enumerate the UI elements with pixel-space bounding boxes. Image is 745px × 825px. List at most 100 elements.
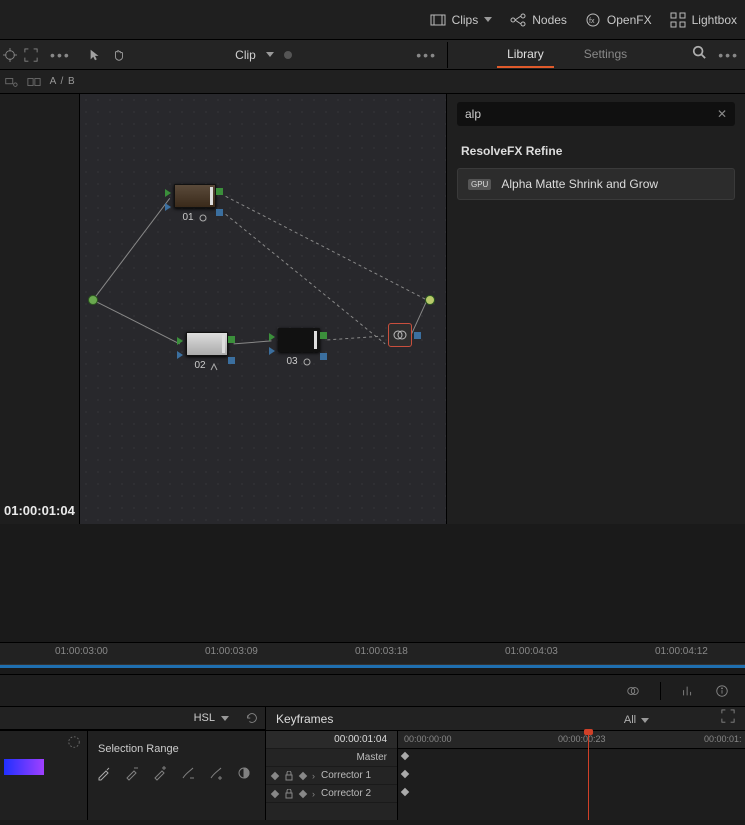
playhead[interactable]: [588, 731, 589, 820]
tab-library[interactable]: Library: [497, 42, 554, 68]
viewer-timecode: 01:00:01:04: [4, 503, 75, 518]
fx-icon: fx: [585, 12, 601, 28]
target-icon[interactable]: [3, 48, 17, 62]
scope-label[interactable]: Clip: [235, 48, 256, 62]
svg-text:fx: fx: [589, 18, 595, 25]
keyframe-marker[interactable]: [401, 770, 409, 778]
lightbox-toggle[interactable]: Lightbox: [670, 12, 737, 28]
kf-ruler-tick: 00:00:00:00: [404, 734, 452, 744]
mini-timeline[interactable]: 01:00:03:00 01:00:03:09 01:00:03:18 01:0…: [0, 642, 745, 664]
output-node[interactable]: [425, 295, 435, 305]
kf-track-row[interactable]: › Corrector 2: [266, 785, 397, 803]
node-label: 01: [182, 212, 193, 223]
info-icon[interactable]: [715, 684, 729, 698]
layer-mixer-node[interactable]: [388, 323, 412, 347]
expand-chevron-icon[interactable]: ›: [312, 771, 315, 781]
more-menu-panel[interactable]: •••: [712, 47, 745, 63]
corrector-node-01[interactable]: 01: [174, 184, 216, 223]
keyframe-marker[interactable]: [401, 788, 409, 796]
kf-master-tc: 00:00:01:04: [266, 731, 397, 749]
bypass-icon[interactable]: [626, 684, 640, 698]
qualifier-icon: [210, 361, 220, 371]
fx-item-alpha-matte[interactable]: GPU Alpha Matte Shrink and Grow: [457, 168, 735, 200]
openfx-toggle[interactable]: fx OpenFX: [585, 12, 652, 28]
openfx-label: OpenFX: [607, 13, 652, 27]
node-label: 03: [286, 356, 297, 367]
expand-icon[interactable]: [721, 709, 735, 723]
selection-range-label: Selection Range: [98, 743, 257, 755]
node-new-icon[interactable]: [4, 75, 18, 89]
kf-ruler-tick: 00:00:00:23: [558, 734, 606, 744]
keyframe-marker[interactable]: [401, 752, 409, 760]
timeline-tick: 01:00:03:18: [355, 646, 408, 657]
tab-settings[interactable]: Settings: [574, 42, 637, 68]
reset-icon[interactable]: [245, 711, 259, 725]
timeline-tick: 01:00:04:03: [505, 646, 558, 657]
ab-compare[interactable]: A / B: [50, 76, 76, 87]
link-icon: [198, 213, 208, 223]
more-menu-graph[interactable]: •••: [410, 47, 443, 63]
clips-icon: [430, 12, 446, 28]
search-icon: [692, 45, 706, 59]
feather-plus-icon[interactable]: [208, 765, 224, 781]
keyframe-marker-icon[interactable]: [299, 771, 307, 779]
hue-gradient[interactable]: [4, 759, 44, 775]
lightbox-label: Lightbox: [692, 13, 737, 27]
chevron-down-icon: [484, 17, 492, 22]
merge-icon: [393, 328, 407, 342]
split-icon[interactable]: [27, 75, 41, 89]
keyframe-lane[interactable]: 00:00:00:00 00:00:00:23 00:00:01:: [398, 731, 745, 820]
source-node[interactable]: [88, 295, 98, 305]
clear-search-icon[interactable]: ✕: [717, 107, 727, 121]
expand-icon[interactable]: [24, 48, 38, 62]
timeline-tick: 01:00:04:12: [655, 646, 708, 657]
chevron-down-icon: [641, 718, 649, 723]
picker-icon[interactable]: [96, 765, 112, 781]
mask-icon[interactable]: [67, 735, 81, 749]
kf-ruler-tick: 00:00:01:: [704, 734, 742, 744]
chevron-down-icon: [221, 716, 229, 721]
fx-item-label: Alpha Matte Shrink and Grow: [501, 177, 658, 191]
effects-library-panel: alp ✕ ResolveFX Refine GPU Alpha Matte S…: [447, 94, 745, 524]
timeline-tick: 01:00:03:00: [55, 646, 108, 657]
keyframe-toggle-icon[interactable]: [271, 789, 279, 797]
clips-toggle[interactable]: Clips: [430, 12, 493, 28]
node-graph[interactable]: 01 02 03: [80, 94, 447, 524]
timeline-clip[interactable]: [0, 665, 745, 668]
lock-icon[interactable]: [284, 789, 294, 799]
feather-minus-icon[interactable]: [180, 765, 196, 781]
grid-icon: [670, 12, 686, 28]
search-value: alp: [465, 107, 481, 121]
kf-track-row[interactable]: › Corrector 1: [266, 767, 397, 785]
gpu-badge: GPU: [468, 179, 491, 190]
node-label: 02: [194, 360, 205, 371]
link-icon: [302, 357, 312, 367]
kf-master-row[interactable]: Master: [266, 749, 397, 767]
hand-tool-icon[interactable]: [112, 48, 126, 62]
fx-search-input[interactable]: alp ✕: [457, 102, 735, 126]
fx-category-header: ResolveFX Refine: [447, 134, 745, 164]
search-button[interactable]: [686, 45, 712, 64]
scopes-icon[interactable]: [681, 684, 695, 698]
keyframes-title: Keyframes: [276, 712, 333, 726]
picker-plus-icon[interactable]: [152, 765, 168, 781]
invert-icon[interactable]: [236, 765, 252, 781]
nodes-icon: [510, 12, 526, 28]
corrector-node-02[interactable]: 02: [186, 332, 228, 371]
picker-minus-icon[interactable]: [124, 765, 140, 781]
clips-label: Clips: [452, 13, 479, 27]
keyframe-toggle-icon[interactable]: [271, 771, 279, 779]
lock-icon[interactable]: [284, 771, 294, 781]
keyframes-filter[interactable]: All: [624, 714, 636, 726]
keyframe-marker-icon[interactable]: [299, 789, 307, 797]
scope-indicator: [284, 51, 292, 59]
nodes-toggle[interactable]: Nodes: [510, 12, 567, 28]
kf-track-label: Corrector 2: [321, 788, 371, 799]
arrow-tool-icon[interactable]: [88, 48, 102, 62]
nodes-label: Nodes: [532, 13, 567, 27]
more-menu[interactable]: •••: [44, 47, 77, 63]
expand-chevron-icon[interactable]: ›: [312, 789, 315, 799]
corrector-node-03[interactable]: 03: [278, 328, 320, 367]
chevron-down-icon: [266, 52, 274, 57]
qualifier-mode[interactable]: HSL: [194, 712, 215, 724]
